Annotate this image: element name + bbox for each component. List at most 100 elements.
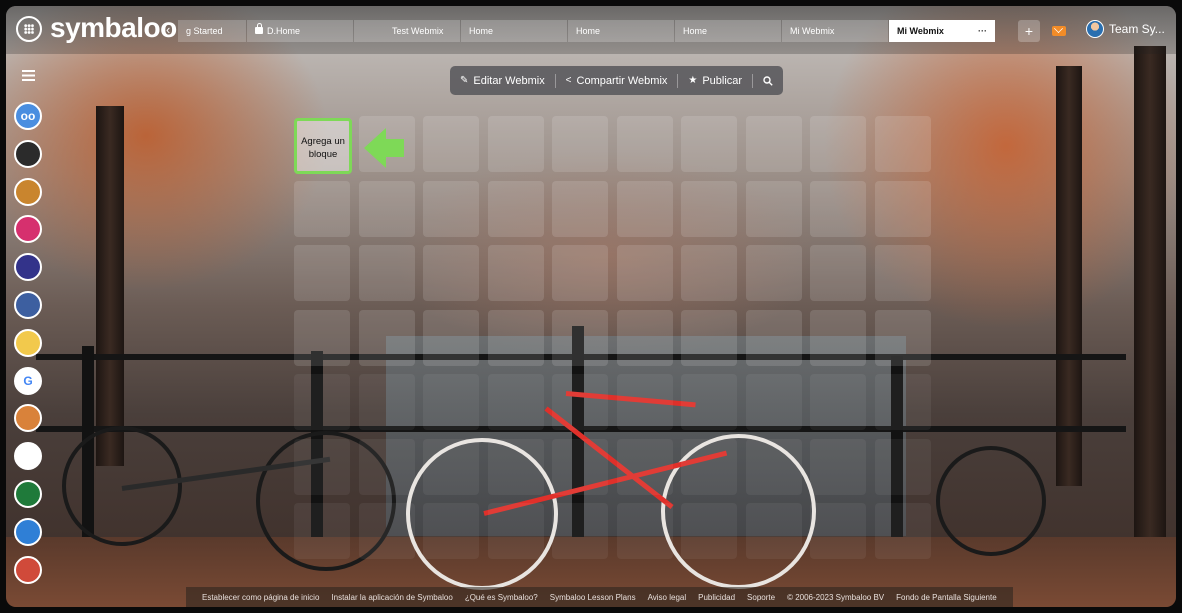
- tab-webmix[interactable]: Home: [461, 20, 567, 42]
- footer-link[interactable]: Instalar la aplicación de Symbaloo: [331, 593, 452, 602]
- empty-tile-slot[interactable]: [294, 245, 350, 301]
- empty-tile-slot[interactable]: [358, 503, 415, 559]
- empty-tile-slot[interactable]: [294, 503, 350, 559]
- empty-tile-slot[interactable]: [552, 503, 608, 559]
- empty-tile-slot[interactable]: [423, 180, 479, 237]
- empty-tile-slot[interactable]: [616, 245, 673, 301]
- tab-webmix[interactable]: Home: [675, 20, 781, 42]
- empty-tile-slot[interactable]: [358, 374, 415, 430]
- tab-webmix[interactable]: Home: [568, 20, 674, 42]
- empty-tile-slot[interactable]: [294, 180, 350, 237]
- empty-tile-slot[interactable]: [294, 438, 350, 495]
- symbaloo-logo[interactable]: symbaloo: [50, 12, 177, 44]
- empty-tile-slot[interactable]: [616, 309, 673, 366]
- empty-tile-slot[interactable]: [552, 309, 608, 366]
- empty-tile-slot[interactable]: [616, 180, 673, 237]
- windows-icon[interactable]: [14, 442, 42, 471]
- empty-tile-slot[interactable]: [552, 374, 608, 430]
- empty-tile-slot[interactable]: [681, 245, 737, 301]
- empty-tile-slot[interactable]: [874, 180, 931, 237]
- empty-tile-slot[interactable]: [487, 374, 544, 430]
- empty-tile-slot[interactable]: [681, 503, 737, 559]
- empty-tile-slot[interactable]: [874, 503, 931, 559]
- empty-tile-slot[interactable]: [745, 503, 802, 559]
- empty-tile-slot[interactable]: [487, 116, 544, 172]
- empty-tile-slot[interactable]: [745, 438, 802, 495]
- edit-webmix-button[interactable]: ✎ Editar Webmix: [450, 66, 555, 95]
- empty-tile-slot[interactable]: [423, 503, 479, 559]
- maps-app-icon[interactable]: [14, 555, 42, 584]
- tab-webmix[interactable]: Mi Webmix: [782, 20, 888, 42]
- empty-tile-slot[interactable]: [745, 180, 802, 237]
- empty-tile-slot[interactable]: [552, 180, 608, 237]
- empty-tile-slot[interactable]: [745, 374, 802, 430]
- empty-tile-slot[interactable]: [810, 245, 866, 301]
- apps-menu-button[interactable]: [16, 16, 42, 42]
- cat-app-icon[interactable]: [14, 139, 42, 168]
- publish-button[interactable]: ★ Publicar: [678, 66, 752, 95]
- empty-tile-slot[interactable]: [358, 438, 415, 495]
- footer-link[interactable]: Aviso legal: [648, 593, 687, 602]
- empty-tile-slot[interactable]: [810, 180, 866, 237]
- footer-link[interactable]: Fondo de Pantalla Siguiente: [896, 593, 997, 602]
- empty-tile-slot[interactable]: [810, 503, 866, 559]
- empty-tile-slot[interactable]: [487, 438, 544, 495]
- empty-tile-slot[interactable]: [423, 116, 479, 172]
- empty-tile-slot[interactable]: [423, 374, 479, 430]
- empty-tile-slot[interactable]: [745, 309, 802, 366]
- tab-webmix[interactable]: g Started: [178, 20, 246, 42]
- add-webmix-button[interactable]: +: [1018, 20, 1040, 42]
- google-icon[interactable]: G: [14, 366, 42, 395]
- empty-tile-slot[interactable]: [552, 245, 608, 301]
- code-app-icon[interactable]: [14, 480, 42, 508]
- tab-webmix[interactable]: Test Webmix: [354, 20, 460, 42]
- account-menu[interactable]: Team Sy...: [1086, 20, 1165, 38]
- classroom-app-icon[interactable]: [14, 215, 42, 244]
- empty-tile-slot[interactable]: [874, 245, 931, 301]
- tab-webmix[interactable]: D.Home: [247, 20, 353, 42]
- lion-app-icon[interactable]: [14, 177, 42, 206]
- footer-link[interactable]: Publicidad: [698, 593, 735, 602]
- empty-tile-slot[interactable]: [810, 438, 866, 495]
- empty-tile-slot[interactable]: [810, 374, 866, 430]
- empty-tile-slot[interactable]: [616, 503, 673, 559]
- empty-tile-slot[interactable]: [616, 438, 673, 495]
- empty-tile-slot[interactable]: [487, 309, 544, 366]
- footer-link[interactable]: ¿Qué es Symbaloo?: [465, 593, 538, 602]
- empty-tile-slot[interactable]: [681, 180, 737, 237]
- empty-tile-slot[interactable]: [423, 309, 479, 366]
- food-app-icon[interactable]: [14, 404, 42, 433]
- empty-tile-slot[interactable]: [616, 374, 673, 430]
- chevron-left-icon[interactable]: ‹: [166, 22, 170, 37]
- empty-tile-slot[interactable]: [745, 245, 802, 301]
- tab-webmix-active[interactable]: Mi Webmix ···: [889, 20, 995, 42]
- empty-tile-slot[interactable]: [874, 116, 931, 172]
- owl-app-icon[interactable]: oo: [14, 102, 42, 130]
- empty-tile-slot[interactable]: [487, 503, 544, 559]
- gamepad-app-icon[interactable]: [14, 328, 42, 357]
- empty-tile-slot[interactable]: [294, 374, 350, 430]
- bag-app-icon[interactable]: [14, 517, 42, 546]
- add-block-tile[interactable]: Agrega un bloque: [294, 118, 352, 174]
- footer-link[interactable]: Soporte: [747, 593, 775, 602]
- empty-tile-slot[interactable]: [423, 438, 479, 495]
- empty-tile-slot[interactable]: [681, 309, 737, 366]
- empty-tile-slot[interactable]: [874, 438, 931, 495]
- empty-tile-slot[interactable]: [552, 116, 608, 172]
- empty-tile-slot[interactable]: [552, 438, 608, 495]
- empty-tile-slot[interactable]: [487, 245, 544, 301]
- footer-link[interactable]: Establecer como página de inicio: [202, 593, 319, 602]
- empty-tile-slot[interactable]: [487, 180, 544, 237]
- footer-link[interactable]: Symbaloo Lesson Plans: [550, 593, 636, 602]
- students-app-icon[interactable]: [14, 291, 42, 319]
- empty-tile-slot[interactable]: [810, 116, 866, 172]
- empty-tile-slot[interactable]: [358, 309, 415, 366]
- empty-tile-slot[interactable]: [681, 116, 737, 172]
- empty-tile-slot[interactable]: [681, 374, 737, 430]
- empty-tile-slot[interactable]: [681, 438, 737, 495]
- empty-tile-slot[interactable]: [358, 180, 415, 237]
- empty-tile-slot[interactable]: [745, 116, 802, 172]
- list-menu-icon[interactable]: [22, 70, 35, 81]
- empty-tile-slot[interactable]: [874, 374, 931, 430]
- empty-tile-slot[interactable]: [294, 309, 350, 366]
